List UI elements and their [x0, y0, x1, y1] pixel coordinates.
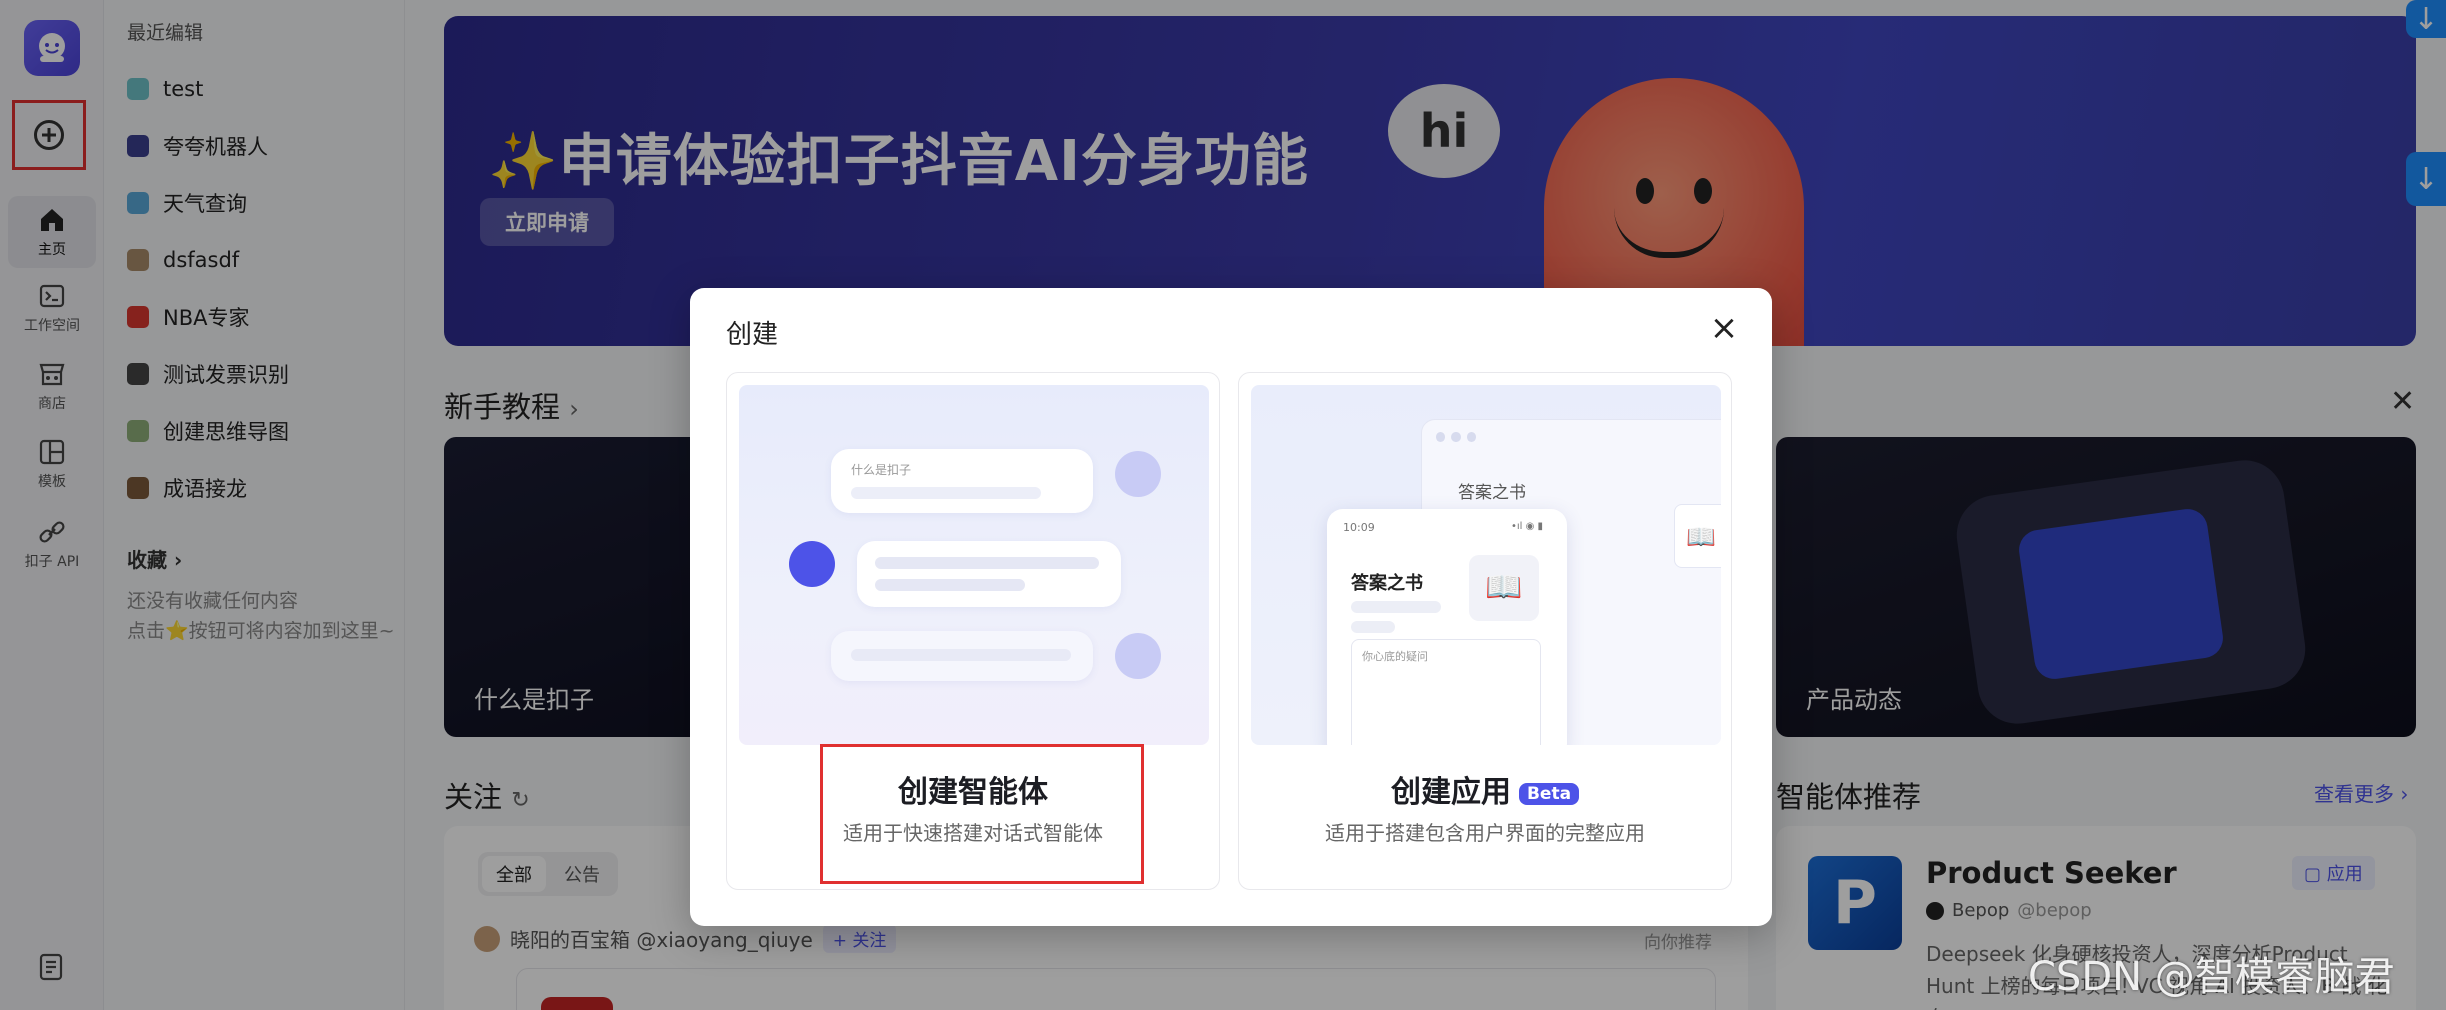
create-app-option[interactable]: 答案之书 📖 10:09 •ıl ◉ ▮ 答案之书 📖 你心底的疑问 创建应用 B… — [1238, 372, 1732, 890]
app-preview-illustration: 答案之书 📖 10:09 •ıl ◉ ▮ 答案之书 📖 你心底的疑问 — [1251, 385, 1721, 745]
close-icon[interactable]: × — [1706, 310, 1742, 346]
phone-time: 10:09 — [1343, 521, 1375, 534]
beta-badge: Beta — [1518, 782, 1580, 805]
highlight-annotation-box — [820, 744, 1144, 884]
preview-question: 什么是扣子 — [851, 463, 912, 477]
modal-title: 创建 — [726, 320, 779, 350]
book-icon: 📖 — [1674, 504, 1721, 568]
agent-preview-illustration: 什么是扣子 — [739, 385, 1209, 745]
option-title: 创建应用 Beta — [1239, 767, 1731, 811]
user-avatar-icon-2 — [1115, 633, 1161, 679]
option-subtitle: 适用于搭建包含用户界面的完整应用 — [1325, 821, 1645, 845]
watermark: CSDN @智模睿脑君 — [2028, 954, 2395, 1000]
bot-avatar-icon — [789, 541, 835, 587]
book-icon: 📖 — [1469, 555, 1539, 621]
signal-icon: •ıl ◉ ▮ — [1511, 521, 1544, 532]
user-avatar-icon — [1115, 451, 1161, 497]
app-window-title: 答案之书 — [1458, 483, 1526, 503]
phone-title: 答案之书 — [1351, 573, 1423, 594]
phone-input-placeholder: 你心底的疑问 — [1362, 650, 1428, 663]
